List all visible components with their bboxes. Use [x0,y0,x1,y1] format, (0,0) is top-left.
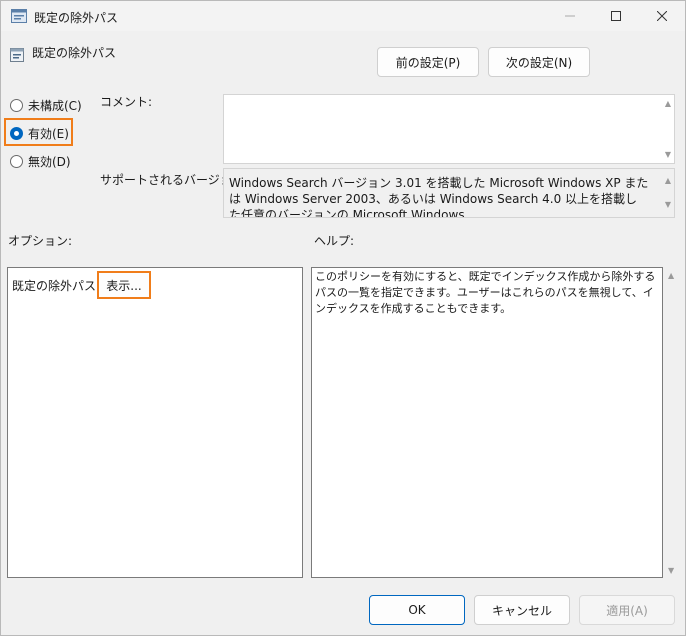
policy-name-heading: 既定の除外パス [32,46,117,60]
radio-label: 未構成(C) [28,99,82,113]
next-setting-button[interactable]: 次の設定(N) [488,47,590,77]
help-text: このポリシーを有効にすると、既定でインデックス作成から除外するパスの一覧を指定で… [315,270,656,315]
maximize-button[interactable] [593,1,639,31]
apply-button[interactable]: 適用(A) [579,595,675,625]
supported-on-text: Windows Search バージョン 3.01 を搭載した Microsof… [223,168,675,218]
previous-setting-button[interactable]: 前の設定(P) [377,47,479,77]
options-label: オプション: [8,234,73,248]
close-button[interactable] [639,1,685,31]
scroll-down-icon[interactable]: ▼ [665,197,671,213]
minimize-button[interactable] [547,1,593,31]
radio-circle[interactable] [10,99,23,112]
radio-enabled[interactable]: 有効(E) [10,125,69,142]
policy-dialog-window: 既定の除外パス 既定の除外パス 前の設定(P) 次の設定(N) 未構成(C) 有… [0,0,686,636]
scroll-down-icon[interactable]: ▼ [668,566,674,575]
policy-setting-icon [10,48,24,62]
maximize-icon [611,11,621,21]
policy-settings-icon [11,9,27,23]
radio-label: 有効(E) [28,127,69,141]
cancel-button[interactable]: キャンセル [474,595,570,625]
radio-label: 無効(D) [28,155,71,169]
radio-circle[interactable] [10,155,23,168]
scroll-up-icon[interactable]: ▲ [668,271,674,280]
scroll-down-icon[interactable]: ▼ [665,150,671,159]
help-label: ヘルプ: [314,234,355,248]
close-icon [657,11,667,21]
supported-on-value: Windows Search バージョン 3.01 を搭載した Microsof… [229,176,649,218]
minimize-icon [565,15,575,17]
show-button[interactable]: 表示... [97,271,151,299]
ok-button[interactable]: OK [369,595,465,625]
options-panel [7,267,303,578]
radio-circle-selected[interactable] [10,127,23,140]
scroll-up-icon[interactable]: ▲ [665,173,671,189]
comment-textarea[interactable]: ▲ ▼ [223,94,675,164]
comment-label: コメント: [100,95,153,109]
radio-disabled[interactable]: 無効(D) [10,153,71,170]
title-bar[interactable]: 既定の除外パス [1,1,685,31]
scroll-up-icon[interactable]: ▲ [665,99,671,108]
radio-not-configured[interactable]: 未構成(C) [10,97,82,114]
exclude-paths-option-label: 既定の除外パス [12,279,97,293]
window-title: 既定の除外パス [34,11,119,25]
